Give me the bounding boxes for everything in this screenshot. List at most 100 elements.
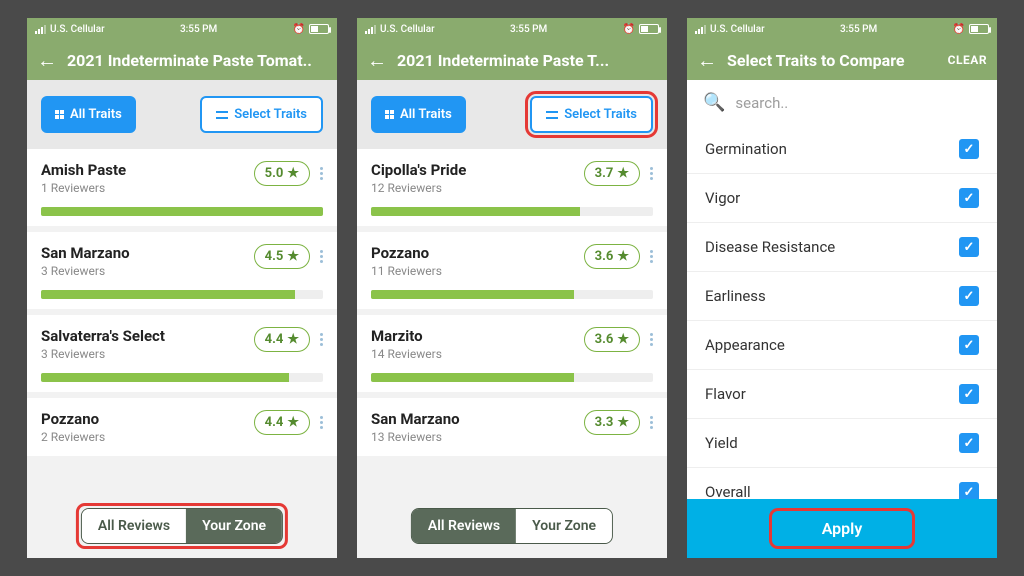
all-traits-button[interactable]: All Traits [41, 96, 136, 133]
trait-label: Earliness [705, 287, 766, 305]
sliders-icon [546, 110, 558, 120]
sliders-icon [216, 110, 228, 120]
status-bar: U.S. Cellular 3:55 PM ⏰ [687, 18, 997, 40]
reviewer-count: 14 Reviewers [371, 347, 442, 361]
variety-list: Amish Paste 1 Reviewers 5.0★ San Marzano… [27, 149, 337, 558]
star-icon: ★ [617, 332, 629, 347]
star-icon: ★ [287, 249, 299, 264]
reviewer-count: 3 Reviewers [41, 264, 130, 278]
battery-icon [309, 24, 329, 34]
list-item[interactable]: Pozzano 11 Reviewers 3.6★ [357, 232, 667, 315]
trait-button-row: All Traits Select Traits [27, 80, 337, 149]
rating-badge: 4.4★ [254, 327, 310, 352]
checkbox-icon[interactable] [959, 482, 979, 499]
variety-name: San Marzano [41, 244, 130, 262]
seg-your-zone[interactable]: Your Zone [186, 509, 282, 543]
checkbox-icon[interactable] [959, 237, 979, 257]
trait-button-row: All Traits Select Traits [357, 80, 667, 149]
rating-badge: 3.3★ [584, 410, 640, 435]
list-item[interactable]: San Marzano 3 Reviewers 4.5★ [27, 232, 337, 315]
battery-icon [969, 24, 989, 34]
checkbox-icon[interactable] [959, 139, 979, 159]
back-icon[interactable]: ← [367, 50, 387, 70]
app-header: ← Select Traits to Compare CLEAR [687, 40, 997, 80]
list-item[interactable]: Amish Paste 1 Reviewers 5.0★ [27, 149, 337, 232]
trait-row[interactable]: Germination [687, 125, 997, 174]
apply-button[interactable]: Apply [687, 499, 997, 558]
trait-row[interactable]: Yield [687, 419, 997, 468]
more-icon[interactable] [320, 250, 323, 263]
trait-row[interactable]: Flavor [687, 370, 997, 419]
select-traits-highlight: Select Traits [530, 96, 653, 133]
list-item[interactable]: Marzito 14 Reviewers 3.6★ [357, 315, 667, 398]
more-icon[interactable] [650, 167, 653, 180]
more-icon[interactable] [650, 416, 653, 429]
trait-label: Appearance [705, 336, 785, 354]
reviewer-count: 12 Reviewers [371, 181, 466, 195]
search-input[interactable]: 🔍 search.. [687, 80, 997, 125]
select-traits-label: Select Traits [564, 108, 637, 121]
back-icon[interactable]: ← [37, 50, 57, 70]
trait-row[interactable]: Appearance [687, 321, 997, 370]
alarm-icon: ⏰ [623, 24, 635, 35]
trait-row[interactable]: Vigor [687, 174, 997, 223]
status-bar: U.S. Cellular 3:55 PM ⏰ [27, 18, 337, 40]
alarm-icon: ⏰ [293, 24, 305, 35]
rating-bar [371, 373, 653, 382]
rating-badge: 5.0★ [254, 161, 310, 186]
checkbox-icon[interactable] [959, 335, 979, 355]
all-traits-button[interactable]: All Traits [371, 96, 466, 133]
list-item[interactable]: Pozzano 2 Reviewers 4.4★ [27, 398, 337, 462]
more-icon[interactable] [320, 333, 323, 346]
rating-badge: 4.4★ [254, 410, 310, 435]
trait-row[interactable]: Overall [687, 468, 997, 499]
carrier-label: U.S. Cellular [50, 24, 105, 35]
rating-badge: 3.6★ [584, 327, 640, 352]
review-scope-toggle: All Reviews Your Zone [411, 508, 613, 544]
back-icon[interactable]: ← [697, 50, 717, 70]
rating-bar [371, 290, 653, 299]
signal-icon [695, 25, 706, 34]
trait-row[interactable]: Earliness [687, 272, 997, 321]
checkbox-icon[interactable] [959, 286, 979, 306]
star-icon: ★ [287, 415, 299, 430]
reviewer-count: 11 Reviewers [371, 264, 442, 278]
checkbox-icon[interactable] [959, 188, 979, 208]
star-icon: ★ [287, 332, 299, 347]
clear-button[interactable]: CLEAR [948, 53, 987, 67]
seg-your-zone[interactable]: Your Zone [516, 509, 612, 543]
rating-badge: 4.5★ [254, 244, 310, 269]
checkbox-icon[interactable] [959, 384, 979, 404]
trait-row[interactable]: Disease Resistance [687, 223, 997, 272]
app-header: ← 2021 Indeterminate Paste Tomat.. [27, 40, 337, 80]
review-scope-toggle: All Reviews Your Zone [81, 508, 283, 544]
more-icon[interactable] [650, 333, 653, 346]
select-traits-label: Select Traits [234, 108, 307, 121]
trait-label: Disease Resistance [705, 238, 835, 256]
apply-label: Apply [774, 513, 911, 544]
select-traits-button[interactable]: Select Traits [530, 96, 653, 133]
select-traits-button[interactable]: Select Traits [200, 96, 323, 133]
star-icon: ★ [287, 166, 299, 181]
list-item[interactable]: Cipolla's Pride 12 Reviewers 3.7★ [357, 149, 667, 232]
grid-icon [385, 110, 394, 119]
screen-3: U.S. Cellular 3:55 PM ⏰ ← Select Traits … [687, 18, 997, 558]
seg-all-reviews[interactable]: All Reviews [412, 509, 516, 543]
carrier-label: U.S. Cellular [710, 24, 765, 35]
rating-bar [371, 207, 653, 216]
star-icon: ★ [617, 415, 629, 430]
rating-badge: 3.6★ [584, 244, 640, 269]
checkbox-icon[interactable] [959, 433, 979, 453]
page-title: 2021 Indeterminate Paste Tomat.. [67, 51, 327, 70]
list-item[interactable]: San Marzano 13 Reviewers 3.3★ [357, 398, 667, 462]
list-item[interactable]: Salvaterra's Select 3 Reviewers 4.4★ [27, 315, 337, 398]
rating-bar [41, 290, 323, 299]
more-icon[interactable] [320, 167, 323, 180]
rating-bar [41, 207, 323, 216]
more-icon[interactable] [320, 416, 323, 429]
more-icon[interactable] [650, 250, 653, 263]
seg-all-reviews[interactable]: All Reviews [82, 509, 186, 543]
variety-name: Marzito [371, 327, 442, 345]
signal-icon [35, 25, 46, 34]
rating-bar [41, 373, 323, 382]
